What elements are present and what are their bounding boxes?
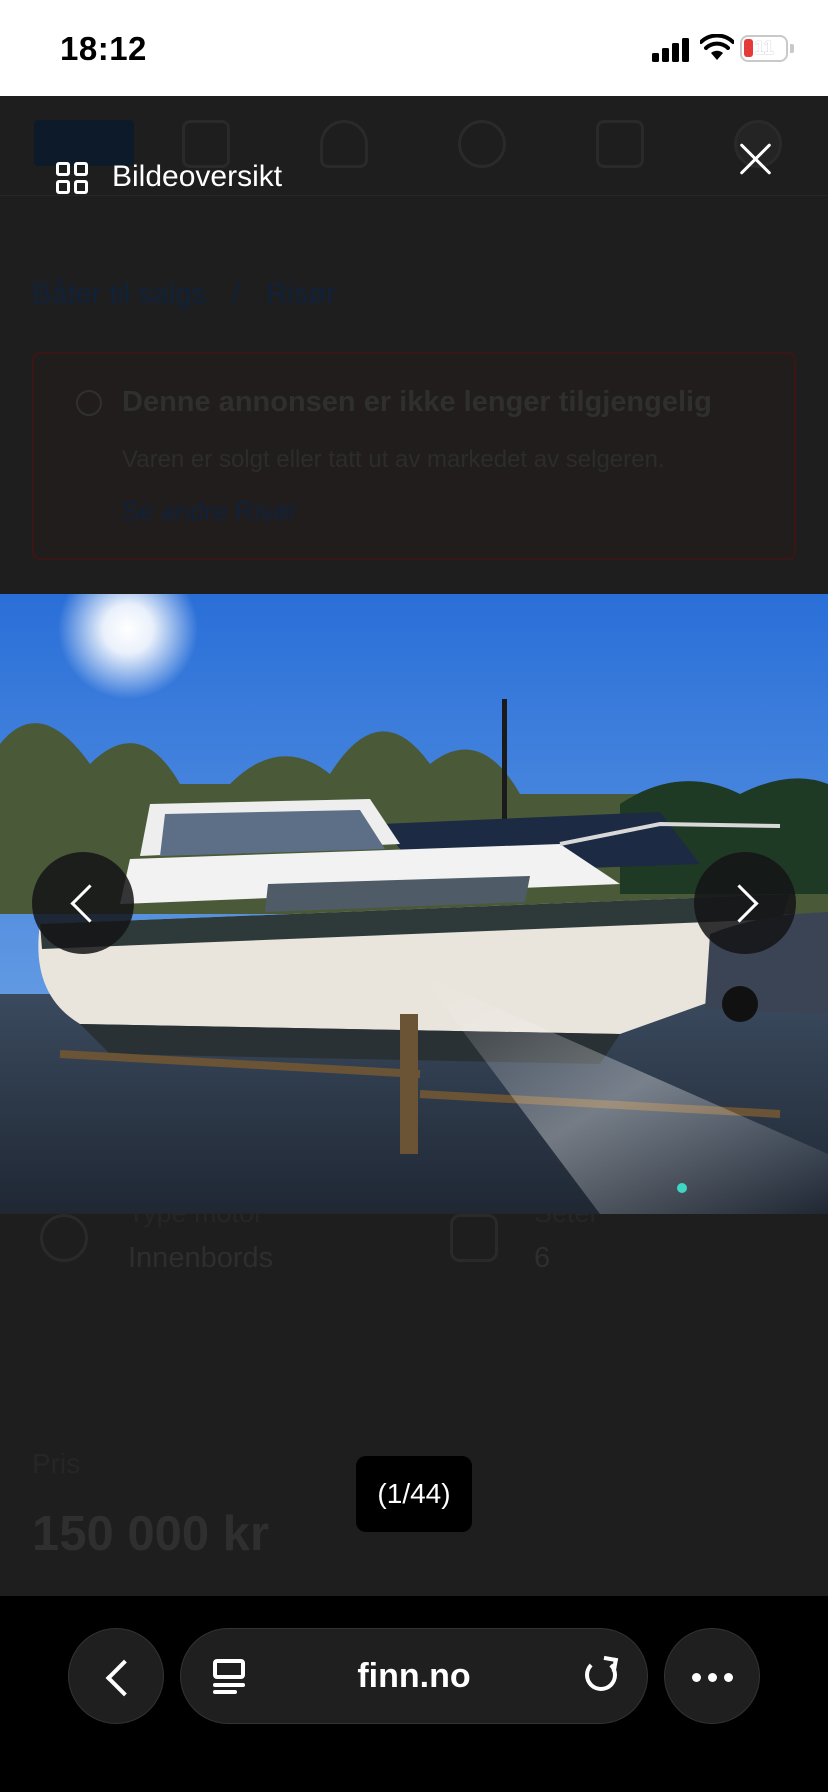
battery-icon: 11 [740, 35, 794, 62]
status-time: 18:12 [60, 30, 147, 67]
previous-image-button[interactable] [32, 852, 134, 954]
image-overview-button[interactable]: Bildeoversikt [112, 160, 282, 194]
image-viewer-header: Bildeoversikt [0, 140, 828, 210]
battery-level: 11 [753, 38, 775, 59]
browser-toolbar: finn.no [0, 1596, 828, 1792]
unavailable-alert: Denne annonsen er ikke lenger tilgjengel… [32, 352, 796, 560]
wifi-icon [699, 33, 735, 62]
signal-icon [652, 38, 690, 62]
breadcrumb-separator: / [232, 278, 241, 310]
close-icon[interactable] [732, 136, 780, 184]
alert-text: Varen er solgt eller tatt ut av markedet… [122, 446, 665, 473]
breadcrumb-item-boats[interactable]: Båter til salgs [32, 278, 206, 310]
spec-value-motor: Innenbords [128, 1242, 274, 1274]
reload-icon[interactable] [585, 1659, 617, 1691]
url-domain: finn.no [357, 1657, 471, 1695]
breadcrumb: Båter til salgs / Risør [32, 278, 354, 311]
next-image-button[interactable] [694, 852, 796, 954]
address-bar[interactable]: finn.no [180, 1628, 648, 1724]
propeller-icon [40, 1214, 88, 1262]
alert-title: Denne annonsen er ikke lenger tilgjengel… [122, 386, 712, 418]
more-button[interactable] [664, 1628, 760, 1724]
price-label: Pris [32, 1448, 81, 1479]
back-button[interactable] [68, 1628, 164, 1724]
price-value: 150 000 kr [32, 1507, 270, 1561]
info-icon [76, 390, 102, 416]
grid-icon[interactable] [56, 162, 88, 194]
breadcrumb-item-risor[interactable]: Risør [266, 278, 335, 310]
image-counter: (1/44) [356, 1456, 472, 1532]
alert-link[interactable]: Se andre Risør [122, 496, 297, 527]
status-bar: 18:12 11 [0, 0, 828, 96]
seat-icon [450, 1214, 498, 1262]
spec-value-seats: 6 [534, 1242, 551, 1274]
